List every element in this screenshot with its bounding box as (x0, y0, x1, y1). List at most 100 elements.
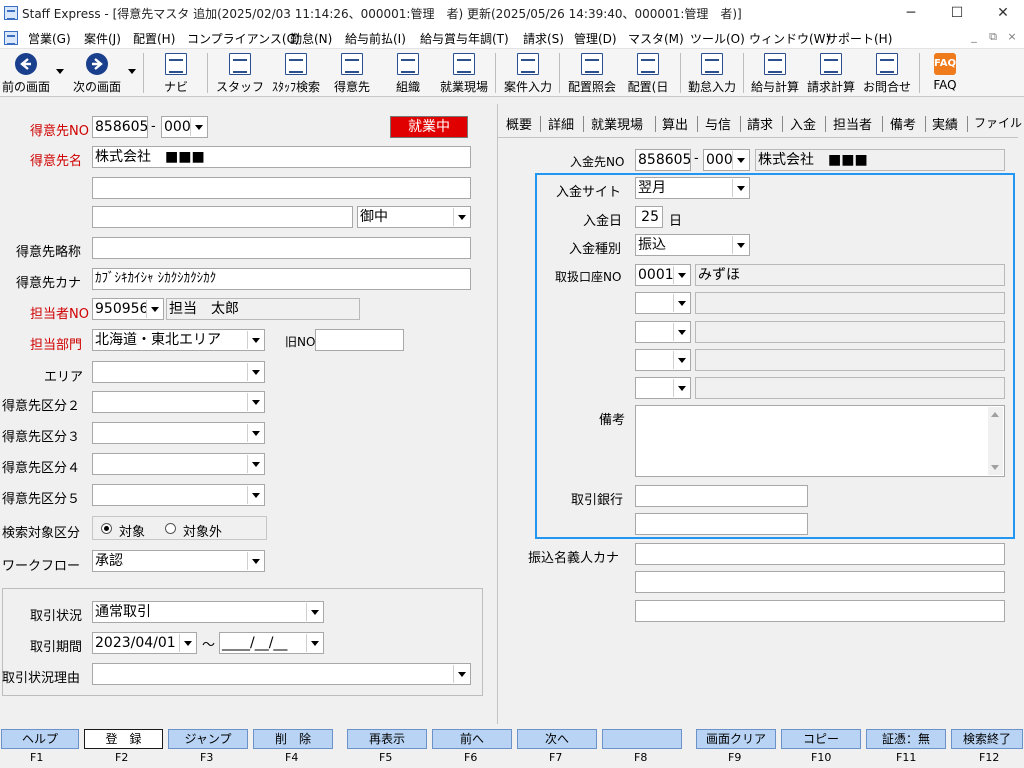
class3-select[interactable] (92, 422, 265, 444)
menu-advance-pay[interactable]: 給与前払(I) (345, 30, 406, 47)
account5-select[interactable] (635, 377, 691, 399)
maximize-button[interactable]: ☐ (934, 0, 980, 27)
back-dropdown-icon[interactable] (56, 69, 64, 74)
staff-no-select[interactable]: 950956 (92, 298, 164, 320)
dept-select[interactable]: 北海道・東北エリア (92, 329, 265, 351)
attendance-input-button[interactable]: 勤怠入力 (684, 49, 740, 96)
billing-button[interactable]: 請求計算 (803, 49, 859, 96)
mdi-minimize-button[interactable]: _ (966, 30, 982, 45)
menu-billing[interactable]: 請求(S) (523, 30, 564, 47)
navi-button[interactable]: ナビ (150, 49, 202, 96)
customer-button[interactable]: 得意先 (324, 49, 380, 96)
mdi-close-button[interactable]: × (1004, 30, 1020, 45)
menu-tools[interactable]: ツール(O) (690, 30, 745, 47)
f8-button[interactable] (602, 729, 682, 749)
transfer-name3-input[interactable] (635, 600, 1005, 622)
honorific-select[interactable]: 御中 (357, 206, 471, 228)
clear-screen-button[interactable]: 画面クリア (696, 729, 776, 749)
tab-results[interactable]: 実績 (932, 114, 958, 133)
mdi-restore-button[interactable]: ⧉ (985, 30, 1001, 45)
class5-select[interactable] (92, 484, 265, 506)
worksite-button[interactable]: 就業現場 (436, 49, 492, 96)
transfer-name-input[interactable] (635, 543, 1005, 565)
copy-button[interactable]: コピー (781, 729, 861, 749)
account4-select[interactable] (635, 349, 691, 371)
radio-target-on[interactable] (101, 523, 112, 534)
minimize-button[interactable]: ─ (888, 0, 934, 27)
class2-select[interactable] (92, 391, 265, 413)
account3-select[interactable] (635, 321, 691, 343)
tab-file[interactable]: ファイル (974, 114, 1022, 131)
account2-select[interactable] (635, 292, 691, 314)
customer-name2-input[interactable] (92, 177, 471, 199)
staff-search-button[interactable]: ｽﾀｯﾌ検索 (268, 49, 324, 96)
placement-daily-button[interactable]: 配置(日 (620, 49, 676, 96)
area-select[interactable] (92, 361, 265, 383)
menu-compliance[interactable]: コンプライアンス(C) (187, 30, 300, 47)
trade-status-select[interactable]: 通常取引 (92, 601, 324, 623)
tab-billing[interactable]: 請求 (747, 114, 773, 133)
menu-project[interactable]: 案件(J) (84, 30, 121, 47)
organization-button[interactable]: 組織 (380, 49, 436, 96)
menu-master[interactable]: マスタ(M) (628, 30, 684, 47)
trade-to-select[interactable]: ____/__/__ (219, 632, 324, 654)
refresh-button[interactable]: 再表示 (347, 729, 427, 749)
inquiry-button[interactable]: お問合せ (859, 49, 915, 96)
customer-name3-input[interactable] (92, 206, 353, 228)
payroll-button[interactable]: 給与計算 (747, 49, 803, 96)
customer-name-input[interactable]: 株式会社 ■■■ (92, 146, 471, 168)
payee-branch-select[interactable]: 000 (703, 149, 750, 171)
menu-placement[interactable]: 配置(H) (133, 30, 175, 47)
short-name-input[interactable] (92, 237, 471, 259)
forward-button[interactable]: 次の画面 (68, 49, 126, 96)
jump-button[interactable]: ジャンプ (168, 729, 248, 749)
menu-support[interactable]: サポート(H) (826, 30, 892, 47)
close-button[interactable]: ✕ (980, 0, 1024, 27)
forward-dropdown-icon[interactable] (128, 69, 136, 74)
tab-detail[interactable]: 詳細 (548, 114, 574, 133)
kana-input[interactable]: ｶﾌﾞｼｷｶｲｼｬ ｼｶｸｼｶｸｼｶｸ (92, 268, 471, 290)
menu-window[interactable]: ウィンドウ(W) (749, 30, 830, 47)
menu-sales[interactable]: 営業(G) (28, 30, 71, 47)
class4-select[interactable] (92, 453, 265, 475)
account-no-select[interactable]: 0001 (635, 264, 691, 286)
tab-worksite[interactable]: 就業現場 (591, 114, 643, 133)
transfer-name2-input[interactable] (635, 571, 1005, 593)
day-input[interactable]: 25 (635, 206, 663, 228)
note-textarea[interactable] (635, 405, 1005, 477)
tab-notes[interactable]: 備考 (890, 114, 916, 133)
register-button[interactable]: 登 録 (84, 729, 163, 749)
tab-credit[interactable]: 与信 (705, 114, 731, 133)
type-select[interactable]: 振込 (635, 234, 750, 256)
bank2-input[interactable] (635, 513, 808, 535)
old-no-input[interactable] (315, 329, 404, 351)
prev-button[interactable]: 前へ (432, 729, 512, 749)
next-button[interactable]: 次へ (517, 729, 597, 749)
menu-attendance[interactable]: 勤怠(N) (290, 30, 332, 47)
trade-from-select[interactable]: 2023/04/01 (92, 632, 197, 654)
site-select[interactable]: 翌月 (635, 177, 750, 199)
project-input-button[interactable]: 案件入力 (500, 49, 556, 96)
tab-staff[interactable]: 担当者 (833, 114, 872, 133)
help-button[interactable]: ヘルプ (1, 729, 79, 749)
radio-target-off[interactable] (165, 523, 176, 534)
tab-calc[interactable]: 算出 (662, 114, 688, 133)
tab-payment[interactable]: 入金 (790, 114, 816, 133)
placement-inquiry-button[interactable]: 配置照会 (564, 49, 620, 96)
note-scrollbar[interactable] (988, 407, 1003, 475)
tab-overview[interactable]: 概要 (506, 114, 532, 133)
workflow-select[interactable]: 承認 (92, 550, 265, 572)
customer-no-input[interactable]: 858605 (92, 116, 148, 138)
menu-admin[interactable]: 管理(D) (574, 30, 617, 47)
trade-reason-select[interactable] (92, 663, 471, 685)
evidence-button[interactable]: 証憑：無 (866, 729, 946, 749)
faq-button[interactable]: FAQ FAQ (923, 49, 967, 96)
payee-no-input[interactable]: 858605 (635, 149, 691, 171)
bank-input[interactable] (635, 485, 808, 507)
menu-payroll[interactable]: 給与賞与年調(T) (420, 30, 509, 47)
search-end-button[interactable]: 検索終了 (951, 729, 1023, 749)
delete-button[interactable]: 削 除 (253, 729, 333, 749)
customer-branch-select[interactable]: 000 (161, 116, 208, 138)
staff-button[interactable]: スタッフ (212, 49, 268, 96)
back-button[interactable]: 前の画面 (0, 49, 52, 96)
